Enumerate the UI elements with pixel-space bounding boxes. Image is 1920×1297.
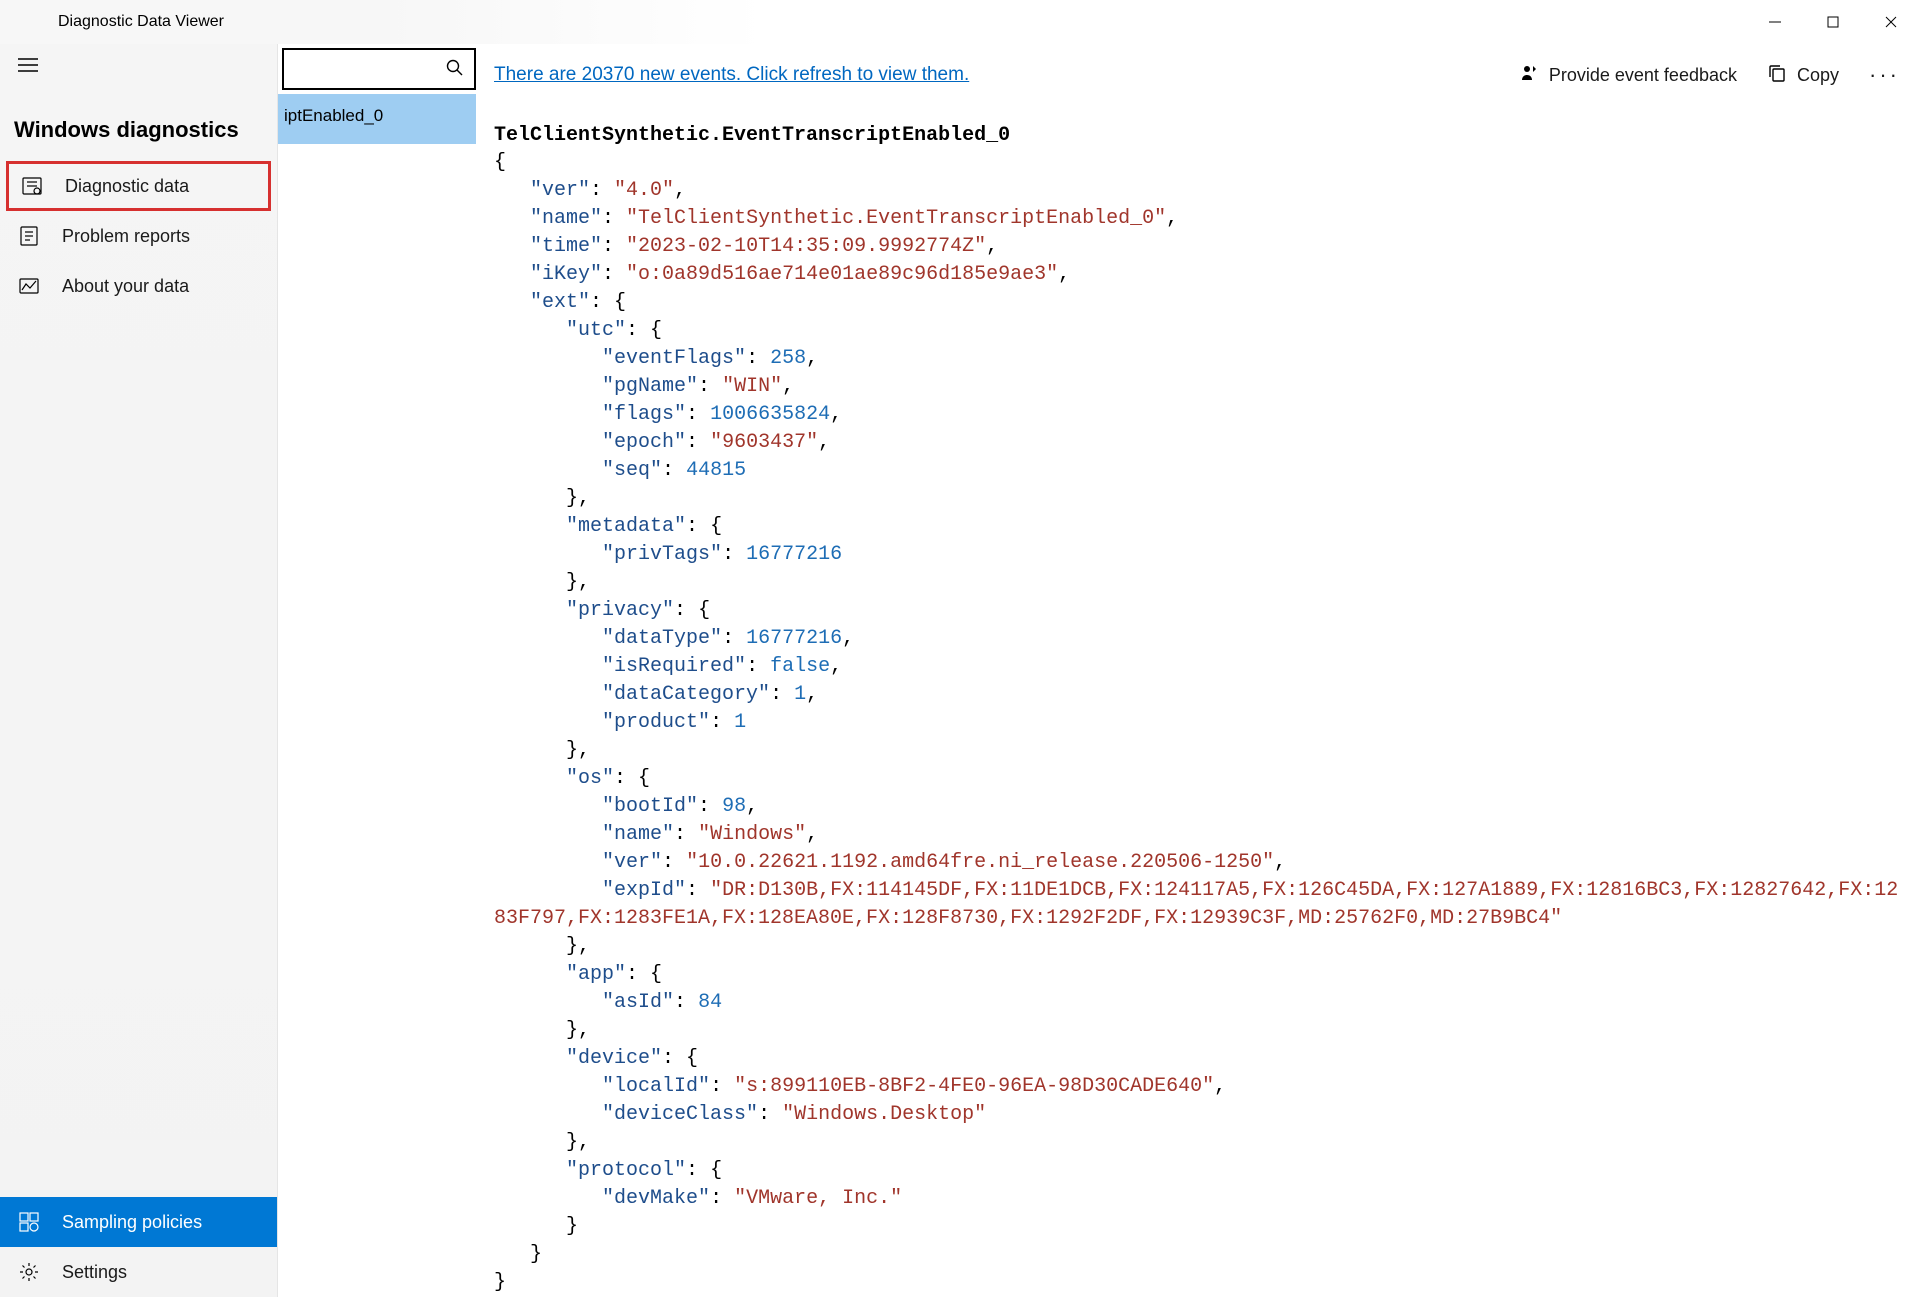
event-list-item-selected[interactable]: iptEnabled_0 (278, 94, 476, 144)
sampling-policies-icon (18, 1211, 40, 1233)
event-list: iptEnabled_0 (278, 44, 476, 1297)
feedback-label: Provide event feedback (1549, 65, 1737, 86)
sidebar-item-label: Diagnostic data (65, 176, 189, 197)
close-button[interactable] (1862, 0, 1920, 44)
sidebar-item-label: Sampling policies (62, 1212, 202, 1233)
gear-icon (18, 1261, 40, 1283)
copy-label: Copy (1797, 65, 1839, 86)
sidebar-item-about-your-data[interactable]: About your data (0, 261, 277, 311)
sidebar: Windows diagnostics Diagnostic data Prob… (0, 44, 278, 1297)
minimize-button[interactable] (1746, 0, 1804, 44)
about-data-icon (18, 275, 40, 297)
sidebar-item-diagnostic-data[interactable]: Diagnostic data (6, 161, 271, 211)
window-title: Diagnostic Data Viewer (0, 13, 224, 31)
problem-reports-icon (18, 225, 40, 247)
copy-icon (1767, 63, 1787, 88)
sidebar-heading: Windows diagnostics (0, 89, 277, 161)
sidebar-item-label: Problem reports (62, 226, 190, 247)
event-title: TelClientSynthetic.EventTranscriptEnable… (494, 106, 1906, 149)
window-controls (1746, 0, 1920, 44)
hamburger-button[interactable] (0, 44, 277, 89)
sidebar-item-label: About your data (62, 276, 189, 297)
sidebar-item-problem-reports[interactable]: Problem reports (0, 211, 277, 261)
search-icon (446, 59, 464, 80)
json-viewer: { "ver": "4.0", "name": "TelClientSynthe… (494, 149, 1906, 1297)
maximize-button[interactable] (1804, 0, 1862, 44)
sidebar-item-settings[interactable]: Settings (0, 1247, 277, 1297)
refresh-link[interactable]: There are 20370 new events. Click refres… (494, 64, 969, 86)
content-pane: There are 20370 new events. Click refres… (476, 44, 1920, 1297)
copy-button[interactable]: Copy (1767, 63, 1839, 88)
sidebar-item-sampling-policies[interactable]: Sampling policies (0, 1197, 277, 1247)
sidebar-item-label: Settings (62, 1262, 127, 1283)
titlebar: Diagnostic Data Viewer (0, 0, 1920, 44)
feedback-button[interactable]: Provide event feedback (1519, 63, 1737, 88)
more-button[interactable]: ··· (1869, 62, 1906, 88)
search-input[interactable] (282, 48, 476, 90)
diagnostic-data-icon (21, 175, 43, 197)
feedback-icon (1519, 63, 1539, 88)
